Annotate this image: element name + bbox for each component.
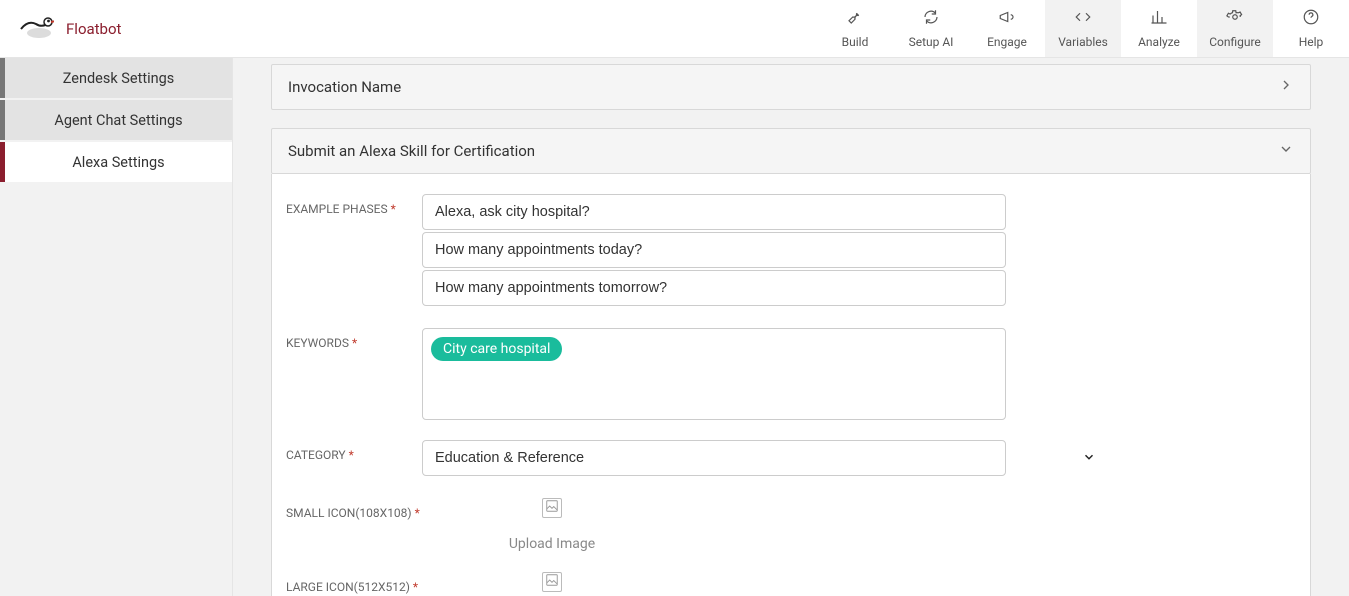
accordion-title: Invocation Name [288,78,401,96]
sidebar-item-zendesk[interactable]: Zendesk Settings [0,58,232,98]
label-keywords: KEYWORDS * [286,328,422,420]
nav-label: Configure [1209,35,1261,49]
header: Floatbot Build Setup AI Engage Variables [0,0,1349,58]
row-category: CATEGORY * [286,440,1296,478]
form-panel: EXAMPLE PHASES * KEYWORDS * City care ho… [271,174,1311,596]
label-example-phases: EXAMPLE PHASES * [286,194,422,308]
accordion-header[interactable]: Submit an Alexa Skill for Certification [272,129,1310,173]
label-text: EXAMPLE PHASES [286,202,388,216]
layout: Zendesk Settings Agent Chat Settings Ale… [0,58,1349,596]
nav-label: Variables [1058,35,1108,49]
chevron-down-icon [1082,450,1096,468]
nav-label: Analyze [1138,35,1180,49]
label-large-icon: LARGE ICON(512X512) * [286,572,452,596]
category-select[interactable] [422,440,1006,476]
sidebar-item-agent-chat[interactable]: Agent Chat Settings [0,100,232,140]
keyword-tag[interactable]: City care hospital [431,337,562,361]
nav-label: Setup AI [909,35,954,49]
phase-input-3[interactable] [422,270,1006,306]
control-col [422,194,1006,308]
sidebar-item-label: Alexa Settings [72,154,164,171]
accordion-invocation[interactable]: Invocation Name [271,64,1311,110]
required-mark: * [352,336,357,350]
chevron-down-icon [1278,141,1294,161]
image-icon [545,573,559,591]
nav-label: Help [1299,35,1324,49]
row-keywords: KEYWORDS * City care hospital [286,328,1296,420]
control-col [422,440,1006,478]
label-text: KEYWORDS [286,336,349,350]
brand-logo [18,14,54,44]
label-text: SMALL ICON(108X108) [286,506,412,520]
required-mark: * [391,202,396,216]
required-mark: * [413,580,418,594]
settings-icon [1226,8,1244,29]
sidebar: Zendesk Settings Agent Chat Settings Ale… [0,58,233,596]
label-small-icon: SMALL ICON(108X108) * [286,498,452,552]
nav-label: Engage [987,35,1027,49]
row-large-icon: LARGE ICON(512X512) * Upload Image [286,572,1296,596]
nav-engage[interactable]: Engage [969,0,1045,57]
accordion-title: Submit an Alexa Skill for Certification [288,142,535,160]
accordion-header[interactable]: Invocation Name [272,65,1310,109]
label-category: CATEGORY * [286,440,422,478]
help-icon [1302,8,1320,29]
row-small-icon: SMALL ICON(108X108) * Upload Image [286,498,1296,552]
code-icon [1074,8,1092,29]
label-text: LARGE ICON(512X512) [286,580,410,594]
keywords-input[interactable]: City care hospital [422,328,1006,420]
upload-caption: Upload Image [509,536,595,552]
megaphone-icon [998,8,1016,29]
chart-icon [1150,8,1168,29]
upload-small-icon[interactable] [542,498,562,518]
required-mark: * [349,448,354,462]
nav-label: Build [842,35,869,49]
main: Invocation Name Submit an Alexa Skill fo… [233,58,1349,596]
phase-input-2[interactable] [422,232,1006,268]
chevron-right-icon [1278,77,1294,97]
nav-build[interactable]: Build [817,0,893,57]
required-mark: * [415,506,420,520]
phase-input-1[interactable] [422,194,1006,230]
image-icon [545,499,559,517]
brand: Floatbot [0,0,817,57]
wrench-icon [846,8,864,29]
refresh-icon [922,8,940,29]
brand-name: Floatbot [66,20,121,38]
nav-variables[interactable]: Variables [1045,0,1121,57]
label-text: CATEGORY [286,448,346,462]
sidebar-item-label: Zendesk Settings [63,70,174,87]
upload-col: Upload Image [452,498,652,552]
header-nav: Build Setup AI Engage Variables Analyze [817,0,1349,57]
accordion-submit[interactable]: Submit an Alexa Skill for Certification [271,128,1311,174]
upload-large-icon[interactable] [542,572,562,592]
row-example-phases: EXAMPLE PHASES * [286,194,1296,308]
sidebar-item-label: Agent Chat Settings [54,112,182,129]
control-col: City care hospital [422,328,1006,420]
nav-setup-ai[interactable]: Setup AI [893,0,969,57]
nav-configure[interactable]: Configure [1197,0,1273,57]
upload-col: Upload Image [452,572,652,596]
nav-help[interactable]: Help [1273,0,1349,57]
sidebar-item-alexa[interactable]: Alexa Settings [0,142,232,182]
nav-analyze[interactable]: Analyze [1121,0,1197,57]
